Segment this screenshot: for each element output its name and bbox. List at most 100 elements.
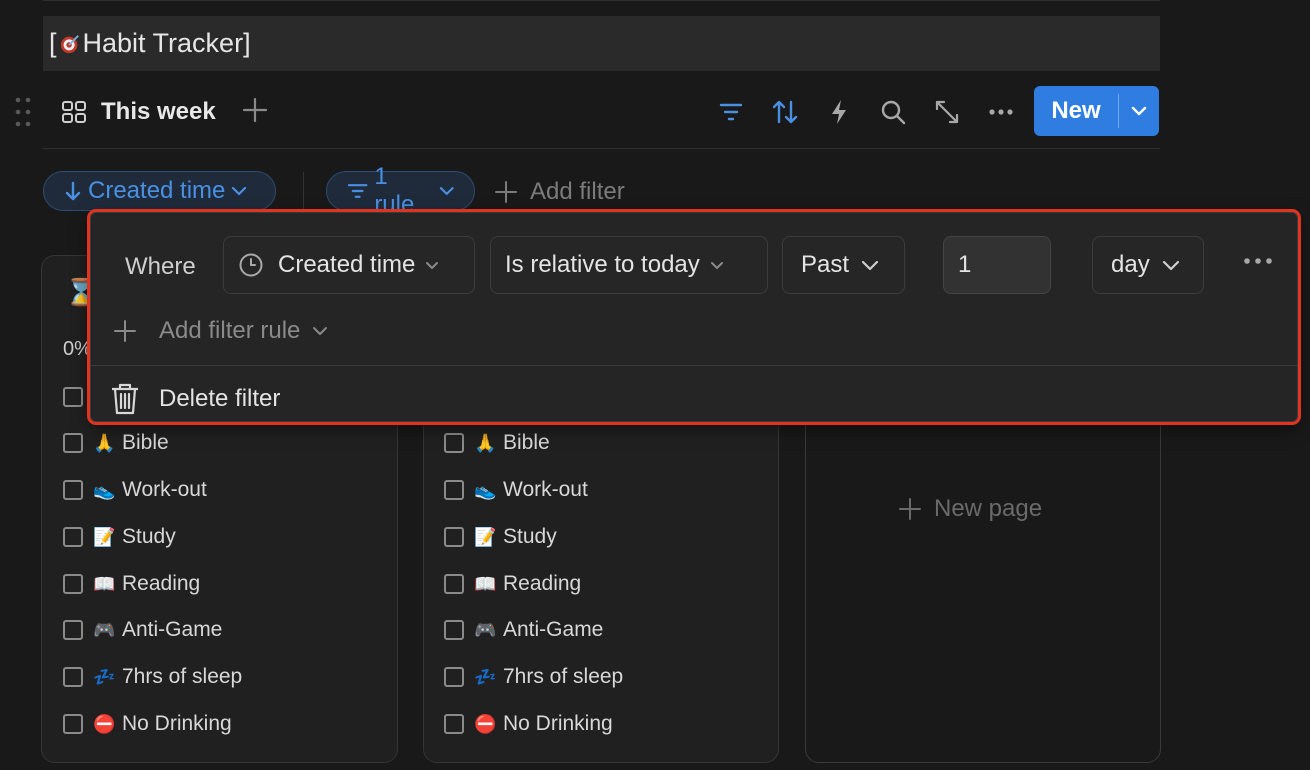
list-item: 📖 Reading: [63, 569, 200, 599]
checkbox[interactable]: [444, 667, 464, 687]
unit-select-label: day: [1111, 251, 1150, 278]
add-filter-rule-button[interactable]: Add filter rule: [113, 313, 328, 349]
where-label: Where: [125, 253, 196, 280]
search-icon: [881, 100, 906, 125]
add-filter-button[interactable]: Add filter: [494, 174, 625, 210]
filter-rule-pill[interactable]: 1 rule: [326, 163, 475, 218]
checkbox[interactable]: [63, 714, 83, 734]
checkbox[interactable]: [444, 620, 464, 640]
item-label: Bible: [122, 431, 169, 454]
filter-popup: Where Created time Is relative to today …: [90, 212, 1298, 422]
condition-select[interactable]: Is relative to today: [490, 236, 768, 294]
new-page-button[interactable]: New page: [898, 495, 1042, 523]
chevron-down-icon: [313, 327, 328, 335]
sort-icon: [772, 100, 798, 124]
view-toolbar: This week New: [43, 84, 1160, 140]
checkbox[interactable]: [63, 387, 83, 407]
more-horizontal-icon: [989, 109, 1013, 115]
target-icon: [60, 34, 79, 53]
list-item: ⛔ No Drinking: [444, 709, 613, 739]
item-label: No Drinking: [503, 712, 613, 735]
checkbox[interactable]: [63, 527, 83, 547]
amount-input[interactable]: [943, 236, 1051, 294]
clock-icon: [239, 253, 263, 277]
item-label: Work-out: [503, 478, 588, 501]
checkbox[interactable]: [63, 574, 83, 594]
lightning-icon: [832, 100, 846, 124]
list-item: 📝 Study: [63, 522, 176, 552]
title-text: Habit Tracker]: [82, 28, 251, 58]
chevron-down-icon: [861, 260, 879, 270]
expand-button[interactable]: [931, 96, 963, 128]
item-label: Reading: [122, 572, 201, 595]
item-label: Bible: [503, 431, 550, 454]
new-dropdown-button[interactable]: [1119, 86, 1159, 136]
automation-button[interactable]: [823, 96, 855, 128]
add-filter-label: Add filter: [530, 178, 625, 205]
item-label: 7hrs of sleep: [122, 665, 243, 688]
sleep-icon: 💤: [474, 666, 497, 688]
sleep-icon: 💤: [93, 666, 116, 688]
sneaker-icon: 👟: [474, 479, 497, 501]
toolbar-divider: [43, 148, 1160, 149]
arrow-down-icon: [65, 181, 81, 201]
item-label: Anti-Game: [122, 618, 223, 641]
checkbox[interactable]: [63, 620, 83, 640]
search-button[interactable]: [877, 96, 909, 128]
filter-icon: [719, 103, 743, 121]
trash-icon: [112, 383, 138, 415]
add-filter-rule-label: Add filter rule: [159, 317, 301, 344]
chevron-down-icon: [1162, 260, 1179, 270]
add-view-icon[interactable]: [241, 96, 269, 124]
checkbox[interactable]: [444, 714, 464, 734]
gamepad-icon: 🎮: [93, 619, 116, 641]
gallery-grid-icon: [62, 101, 86, 123]
delete-filter-button[interactable]: Delete filter: [109, 379, 280, 419]
praying-hands-icon: 🙏: [93, 432, 116, 454]
checkbox[interactable]: [63, 667, 83, 687]
chevron-down-icon: [710, 261, 723, 269]
top-divider: [43, 0, 1160, 1]
checkbox[interactable]: [444, 527, 464, 547]
view-tab-this-week[interactable]: This week: [61, 94, 216, 130]
rule-more-icon[interactable]: [1243, 257, 1273, 265]
item-label: Reading: [503, 572, 582, 595]
direction-select-label: Past: [801, 251, 850, 278]
new-button-label: New: [1051, 97, 1101, 124]
memo-icon: 📝: [93, 526, 116, 548]
no-entry-icon: ⛔: [474, 713, 497, 735]
filter-rule-label: 1 rule: [374, 163, 415, 218]
checkbox[interactable]: [63, 433, 83, 453]
sort-pill[interactable]: Created time: [43, 171, 276, 211]
view-label: This week: [101, 98, 216, 125]
gamepad-icon: 🎮: [474, 619, 497, 641]
list-item: 👟 Work-out: [63, 475, 207, 505]
filter-bar-separator: [303, 172, 304, 210]
open-book-icon: 📖: [474, 573, 497, 595]
chevron-down-icon: [439, 187, 454, 195]
sort-button[interactable]: [769, 96, 801, 128]
filter-icon: [347, 184, 368, 198]
more-options-button[interactable]: [985, 96, 1017, 128]
drag-handle-icon[interactable]: [14, 96, 32, 128]
list-item: 📝 Study: [444, 522, 557, 552]
property-select[interactable]: Created time: [223, 236, 475, 294]
checkbox[interactable]: [444, 433, 464, 453]
list-item: 🙏 Bible: [63, 428, 169, 458]
title-prefix: [: [49, 28, 57, 58]
page-title[interactable]: [ Habit Tracker]: [43, 16, 1160, 71]
direction-select[interactable]: Past: [782, 236, 905, 294]
new-button[interactable]: New: [1034, 86, 1159, 136]
checkbox[interactable]: [63, 480, 83, 500]
open-book-icon: 📖: [93, 573, 116, 595]
list-item: 👟 Work-out: [444, 475, 588, 505]
checkbox[interactable]: [444, 574, 464, 594]
progress-text: 0%: [63, 338, 92, 360]
popup-divider: [91, 365, 1297, 366]
filter-button[interactable]: [715, 96, 747, 128]
property-select-label: Created time: [278, 251, 416, 278]
checkbox[interactable]: [444, 480, 464, 500]
unit-select[interactable]: day: [1092, 236, 1204, 294]
hidden-checkbox-row[interactable]: [63, 382, 93, 412]
sort-pill-label: Created time: [88, 177, 226, 204]
